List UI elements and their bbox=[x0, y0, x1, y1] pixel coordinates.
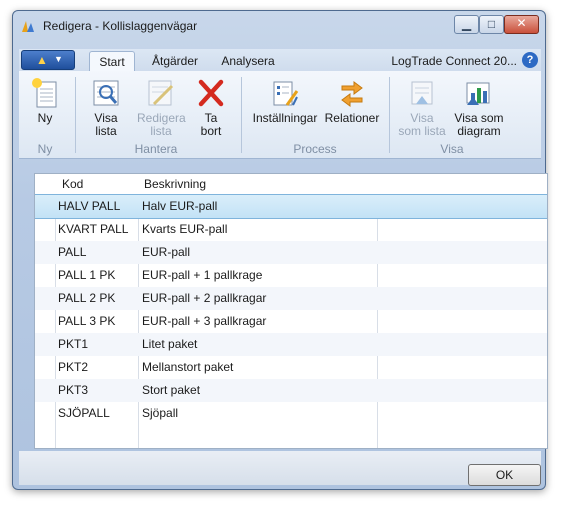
show-as-chart-button[interactable]: Visa som diagram bbox=[451, 75, 507, 138]
cell-beskrivning: Halv EUR-pall bbox=[142, 199, 218, 213]
chevron-down-icon: ▼ bbox=[54, 54, 63, 64]
tab-atgarder[interactable]: Åtgärder bbox=[143, 51, 207, 71]
show-as-list-label-2: som lista bbox=[398, 124, 446, 138]
delete-label-2: bort bbox=[200, 124, 222, 138]
table-row[interactable]: KVART PALL Kvarts EUR-pall bbox=[35, 218, 547, 241]
help-icon[interactable]: ? bbox=[522, 52, 538, 68]
table-row[interactable]: PKT1 Litet paket bbox=[35, 333, 547, 356]
chart-view-icon bbox=[466, 82, 490, 105]
group-label-visa: Visa bbox=[440, 142, 464, 156]
new-button[interactable]: Ny bbox=[27, 75, 63, 137]
cell-beskrivning: EUR-pall + 1 pallkrage bbox=[142, 268, 263, 282]
view-list-label-2: lista bbox=[95, 124, 117, 138]
maximize-icon: □ bbox=[487, 17, 496, 31]
group-label-process: Process bbox=[293, 142, 337, 156]
cell-kod: PKT2 bbox=[58, 360, 89, 374]
cell-kod: SJÖPALL bbox=[58, 406, 110, 420]
edit-list-icon bbox=[148, 80, 174, 106]
application-menu-button[interactable]: ▲ ▼ bbox=[21, 50, 75, 70]
maximize-button[interactable]: □ bbox=[479, 15, 504, 34]
view-list-button[interactable]: Visa lista bbox=[83, 75, 129, 138]
edit-list-label-2: lista bbox=[150, 124, 172, 138]
cell-kod: PALL 1 PK bbox=[58, 268, 116, 282]
ok-button[interactable]: OK bbox=[468, 464, 541, 486]
dialog-window: Redigera - Kollislaggenvägar ▁ □ ✕ ▲ ▼ S… bbox=[12, 10, 548, 490]
grid-header: Kod Beskrivning bbox=[35, 174, 547, 195]
dialog-footer: OK bbox=[19, 451, 541, 486]
new-document-icon bbox=[32, 78, 57, 108]
cell-kod: PKT1 bbox=[58, 337, 89, 351]
column-header-kod[interactable]: Kod bbox=[62, 177, 83, 191]
table-row[interactable]: HALV PALL Halv EUR-pall bbox=[35, 194, 547, 219]
delete-x-icon bbox=[198, 79, 224, 107]
ribbon-separator bbox=[241, 77, 242, 153]
cell-kod: PALL bbox=[58, 245, 87, 259]
cell-kod: PALL 3 PK bbox=[58, 314, 116, 328]
settings-button[interactable]: Inställningar bbox=[249, 75, 321, 137]
table-row[interactable]: PKT3 Stort paket bbox=[35, 379, 547, 402]
cell-beskrivning: Mellanstort paket bbox=[142, 360, 234, 374]
tab-analysera[interactable]: Analysera bbox=[215, 51, 281, 71]
ribbon-separator bbox=[389, 77, 390, 153]
edit-list-button[interactable]: Redigera lista bbox=[137, 75, 186, 138]
close-icon: ✕ bbox=[516, 16, 527, 30]
cell-kod: PKT3 bbox=[58, 383, 89, 397]
app-menu-logo-icon: ▲ bbox=[36, 53, 48, 67]
relations-button[interactable]: Relationer bbox=[323, 75, 381, 137]
table-row[interactable]: PALL 3 PK EUR-pall + 3 pallkragar bbox=[35, 310, 547, 333]
minimize-icon: ▁ bbox=[461, 17, 472, 31]
tab-start[interactable]: Start bbox=[89, 51, 135, 71]
table-row[interactable]: PALL 1 PK EUR-pall + 1 pallkrage bbox=[35, 264, 547, 287]
relations-label: Relationer bbox=[324, 111, 380, 125]
connection-label[interactable]: LogTrade Connect 20... bbox=[391, 54, 517, 68]
delete-button[interactable]: Ta bort bbox=[193, 75, 229, 138]
table-row[interactable]: PALL EUR-pall bbox=[35, 241, 547, 264]
group-label-hantera: Hantera bbox=[134, 142, 178, 156]
settings-icon bbox=[273, 81, 299, 106]
cell-beskrivning: EUR-pall + 2 pallkragar bbox=[142, 291, 267, 305]
cell-kod: PALL 2 PK bbox=[58, 291, 116, 305]
new-button-label: Ny bbox=[37, 111, 53, 125]
ribbon-tab-bar: ▲ ▼ Start Åtgärder Analysera LogTrade Co… bbox=[19, 49, 541, 72]
group-label-ny: Ny bbox=[37, 142, 53, 156]
cell-kod: KVART PALL bbox=[58, 222, 129, 236]
minimize-button[interactable]: ▁ bbox=[454, 15, 479, 34]
show-as-chart-label-2: diagram bbox=[457, 124, 501, 138]
ribbon-separator bbox=[75, 77, 76, 153]
cell-beskrivning: Litet paket bbox=[142, 337, 198, 351]
view-list-icon bbox=[93, 80, 119, 106]
settings-label: Inställningar bbox=[252, 111, 318, 125]
window-title: Redigera - Kollislaggenvägar bbox=[43, 19, 198, 33]
cell-beskrivning: Sjöpall bbox=[142, 406, 179, 420]
cell-beskrivning: EUR-pall bbox=[142, 245, 191, 259]
app-logo-icon bbox=[22, 21, 34, 32]
table-row[interactable]: SJÖPALL Sjöpall bbox=[35, 402, 547, 425]
data-grid[interactable]: Kod Beskrivning HALV PALL Halv EUR-pall … bbox=[34, 173, 548, 449]
show-as-list-button[interactable]: Visa som lista bbox=[397, 75, 447, 138]
column-header-beskrivning[interactable]: Beskrivning bbox=[144, 177, 206, 191]
ribbon-panel: Ny Ny Visa lista Redigera lista Ta bort … bbox=[19, 71, 541, 159]
table-row[interactable]: PKT2 Mellanstort paket bbox=[35, 356, 547, 379]
cell-beskrivning: Stort paket bbox=[142, 383, 201, 397]
cell-beskrivning: Kvarts EUR-pall bbox=[142, 222, 228, 236]
close-button[interactable]: ✕ bbox=[504, 15, 539, 34]
relations-icon bbox=[341, 81, 363, 107]
list-view-icon bbox=[411, 81, 433, 105]
table-row[interactable]: PALL 2 PK EUR-pall + 2 pallkragar bbox=[35, 287, 547, 310]
cell-kod: HALV PALL bbox=[58, 199, 121, 213]
cell-beskrivning: EUR-pall + 3 pallkragar bbox=[142, 314, 267, 328]
title-bar[interactable]: Redigera - Kollislaggenvägar ▁ □ ✕ bbox=[13, 11, 545, 41]
